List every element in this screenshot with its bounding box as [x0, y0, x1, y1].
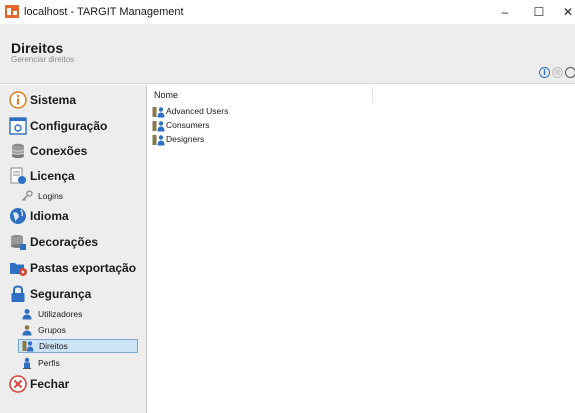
license-icon [9, 167, 27, 185]
sidebar-item-perfis[interactable]: Perfis [18, 356, 138, 370]
database-icon [9, 142, 27, 160]
rights-list-panel: Nome Advanced Users Consumers Designers [148, 85, 575, 413]
minimize-button[interactable]: – [490, 3, 520, 21]
list-item-label: Consumers [166, 120, 210, 130]
sidebar-item-label: Idioma [30, 209, 69, 223]
list-item[interactable]: Consumers [152, 119, 352, 133]
sidebar-item-label: Grupos [38, 325, 66, 335]
list-item[interactable]: Advanced Users [152, 105, 352, 119]
sidebar-item-utilizadores[interactable]: Utilizadores [18, 307, 138, 321]
page-subtitle: Gerenciar direitos [11, 55, 75, 64]
sidebar-item-label: Decorações [30, 235, 99, 249]
lock-icon [9, 285, 27, 303]
sidebar-item-label: Conexões [30, 144, 88, 158]
window-title: localhost - TARGIT Management [24, 6, 184, 18]
sidebar-item-label: Sistema [30, 93, 77, 107]
list-item-label: Advanced Users [166, 106, 229, 116]
sidebar-item-configuracao[interactable]: Configuração [0, 115, 146, 137]
rights-icon [152, 107, 165, 118]
decorations-icon [9, 233, 27, 251]
rights-icon [152, 121, 165, 132]
config-icon [9, 117, 27, 135]
header-toolbar: i ⊕ [539, 67, 575, 79]
sidebar-item-label: Segurança [30, 287, 92, 301]
column-header-nome[interactable]: Nome [148, 87, 373, 103]
sidebar-item-logins[interactable]: Logins [18, 189, 138, 203]
key-icon [21, 190, 33, 202]
title-bar: localhost - TARGIT Management – ☐ ✕ [0, 0, 575, 24]
sidebar-item-idioma[interactable]: Idioma [0, 205, 146, 227]
info-icon [9, 91, 27, 109]
sidebar-item-direitos[interactable]: Direitos [18, 339, 138, 353]
clock-icon[interactable] [565, 67, 575, 78]
close-button[interactable]: ✕ [553, 3, 575, 21]
user-icon [22, 309, 32, 320]
list-item-label: Designers [166, 134, 205, 144]
sidebar-item-seguranca[interactable]: Segurança [0, 283, 146, 305]
profile-icon [23, 357, 31, 369]
rights-icon [152, 135, 165, 146]
info-icon[interactable]: i [539, 67, 550, 78]
sidebar-item-grupos[interactable]: Grupos [18, 323, 138, 337]
sidebar-item-licenca[interactable]: Licença [0, 165, 146, 187]
close-circle-icon [9, 375, 27, 393]
sidebar-item-sistema[interactable]: Sistema [0, 89, 146, 111]
maximize-button[interactable]: ☐ [524, 3, 554, 21]
sidebar-item-label: Licença [30, 169, 75, 183]
sidebar-item-conexoes[interactable]: Conexões [0, 140, 146, 162]
group-icon [22, 325, 32, 336]
sidebar-item-label: Direitos [39, 341, 68, 351]
sidebar: Sistema Configuração Conexões Licença Lo… [0, 85, 147, 413]
page-title: Direitos [11, 40, 64, 56]
export-folder-icon [9, 259, 27, 277]
sidebar-item-label: Pastas exportação [30, 261, 137, 275]
globe-icon [9, 207, 27, 225]
page-header: Direitos Gerenciar direitos i ⊕ [0, 24, 575, 84]
rights-icon [22, 341, 34, 352]
sidebar-item-label: Logins [38, 191, 64, 201]
sidebar-item-label: Fechar [30, 377, 70, 391]
sidebar-item-fechar[interactable]: Fechar [0, 373, 146, 395]
globe-icon[interactable]: ⊕ [552, 67, 563, 78]
sidebar-item-pastas-exportacao[interactable]: Pastas exportação [0, 257, 146, 279]
column-header-label: Nome [154, 90, 179, 100]
sidebar-item-decoracoes[interactable]: Decorações [0, 231, 146, 253]
app-icon [5, 5, 19, 18]
sidebar-item-label: Perfis [38, 358, 60, 368]
list-item[interactable]: Designers [152, 133, 352, 147]
sidebar-item-label: Configuração [30, 119, 108, 133]
sidebar-item-label: Utilizadores [38, 309, 83, 319]
